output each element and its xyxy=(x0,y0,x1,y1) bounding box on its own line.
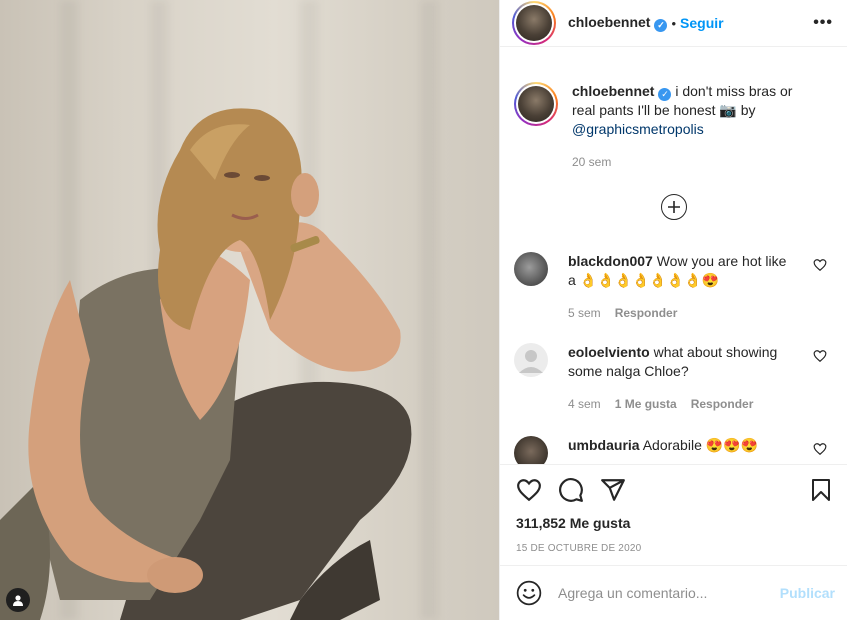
emoji-icon[interactable] xyxy=(516,580,542,606)
follow-button[interactable]: Seguir xyxy=(680,15,724,31)
comment-time[interactable]: 4 sem xyxy=(568,395,601,414)
caption-mention-link[interactable]: @graphicsmetropolis xyxy=(572,121,704,137)
post-photo[interactable] xyxy=(0,0,499,620)
like-comment-heart-icon[interactable] xyxy=(813,258,827,272)
commenter-username[interactable]: blackdon007 xyxy=(568,253,653,269)
comment-input[interactable] xyxy=(558,585,780,601)
add-comment-bar: Publicar xyxy=(500,565,847,620)
post-actions: 311,852 Me gusta 15 de octubre de 2020 xyxy=(500,464,847,554)
author-avatar[interactable] xyxy=(512,1,556,45)
comment-meta: 5 sem Responder xyxy=(568,304,798,323)
comment-bubble-icon[interactable] xyxy=(558,477,584,503)
save-bookmark-icon[interactable] xyxy=(809,477,833,503)
post-date[interactable]: 15 de octubre de 2020 xyxy=(516,543,833,554)
comment-time[interactable]: 5 sem xyxy=(568,304,601,323)
user-tag-button[interactable] xyxy=(6,588,30,612)
verified-badge-icon: ✓ xyxy=(654,19,668,32)
comment-text: Adorabile 😍😍😍 xyxy=(642,437,759,453)
comment-body: blackdon007 Wow you are hot like a 👌👌👌👌👌… xyxy=(568,252,798,323)
comment-likes[interactable]: 1 Me gusta xyxy=(615,395,677,414)
publish-button[interactable]: Publicar xyxy=(780,585,835,601)
load-more-comments[interactable] xyxy=(514,194,833,220)
caption-time[interactable]: 20 sem xyxy=(572,153,812,172)
author-username-text[interactable]: chloebennet xyxy=(568,14,650,30)
post-caption: chloebennet ✓ i don't miss bras or real p… xyxy=(514,62,833,172)
reply-button[interactable]: Responder xyxy=(615,304,678,323)
commenter-username[interactable]: umbdauria xyxy=(568,437,640,453)
person-illustration xyxy=(0,108,412,620)
post-side-panel: chloebennet ✓ • Seguir ••• chloebennet ✓ i… xyxy=(499,0,847,620)
comment-meta: 4 sem 1 Me gusta Responder xyxy=(568,395,798,414)
comments-list: chloebennet ✓ i don't miss bras or real p… xyxy=(500,62,847,464)
caption-username[interactable]: chloebennet xyxy=(572,83,654,99)
commenter-avatar[interactable] xyxy=(514,252,548,286)
caption-avatar[interactable] xyxy=(514,82,558,126)
comment-item: eoloelviento what about showing some nal… xyxy=(514,343,833,414)
separator-dot: • xyxy=(671,15,677,31)
commenter-avatar[interactable] xyxy=(514,343,548,377)
reply-button[interactable]: Responder xyxy=(691,395,754,414)
commenter-avatar[interactable] xyxy=(514,436,548,464)
comment-item: umbdauria Adorabile 😍😍😍 xyxy=(514,436,833,464)
user-icon xyxy=(13,595,23,606)
commenter-username[interactable]: eoloelviento xyxy=(568,344,650,360)
post-header: chloebennet ✓ • Seguir ••• xyxy=(500,0,847,47)
plus-circle-icon[interactable] xyxy=(660,194,687,220)
comment-item: blackdon007 Wow you are hot like a 👌👌👌👌👌… xyxy=(514,252,833,323)
share-paper-plane-icon[interactable] xyxy=(600,477,626,503)
author-username[interactable]: chloebennet ✓ xyxy=(568,14,668,32)
comment-body: umbdauria Adorabile 😍😍😍 xyxy=(568,436,798,464)
comment-body: eoloelviento what about showing some nal… xyxy=(568,343,798,414)
more-options-icon[interactable]: ••• xyxy=(813,14,833,32)
like-heart-icon[interactable] xyxy=(516,477,542,503)
caption-body: chloebennet ✓ i don't miss bras or real p… xyxy=(572,82,812,172)
action-icons xyxy=(516,477,833,503)
verified-badge-icon: ✓ xyxy=(658,88,672,101)
default-avatar-icon xyxy=(519,350,543,373)
like-comment-heart-icon[interactable] xyxy=(813,442,827,456)
like-comment-heart-icon[interactable] xyxy=(813,349,827,363)
likes-count[interactable]: 311,852 Me gusta xyxy=(516,515,833,531)
